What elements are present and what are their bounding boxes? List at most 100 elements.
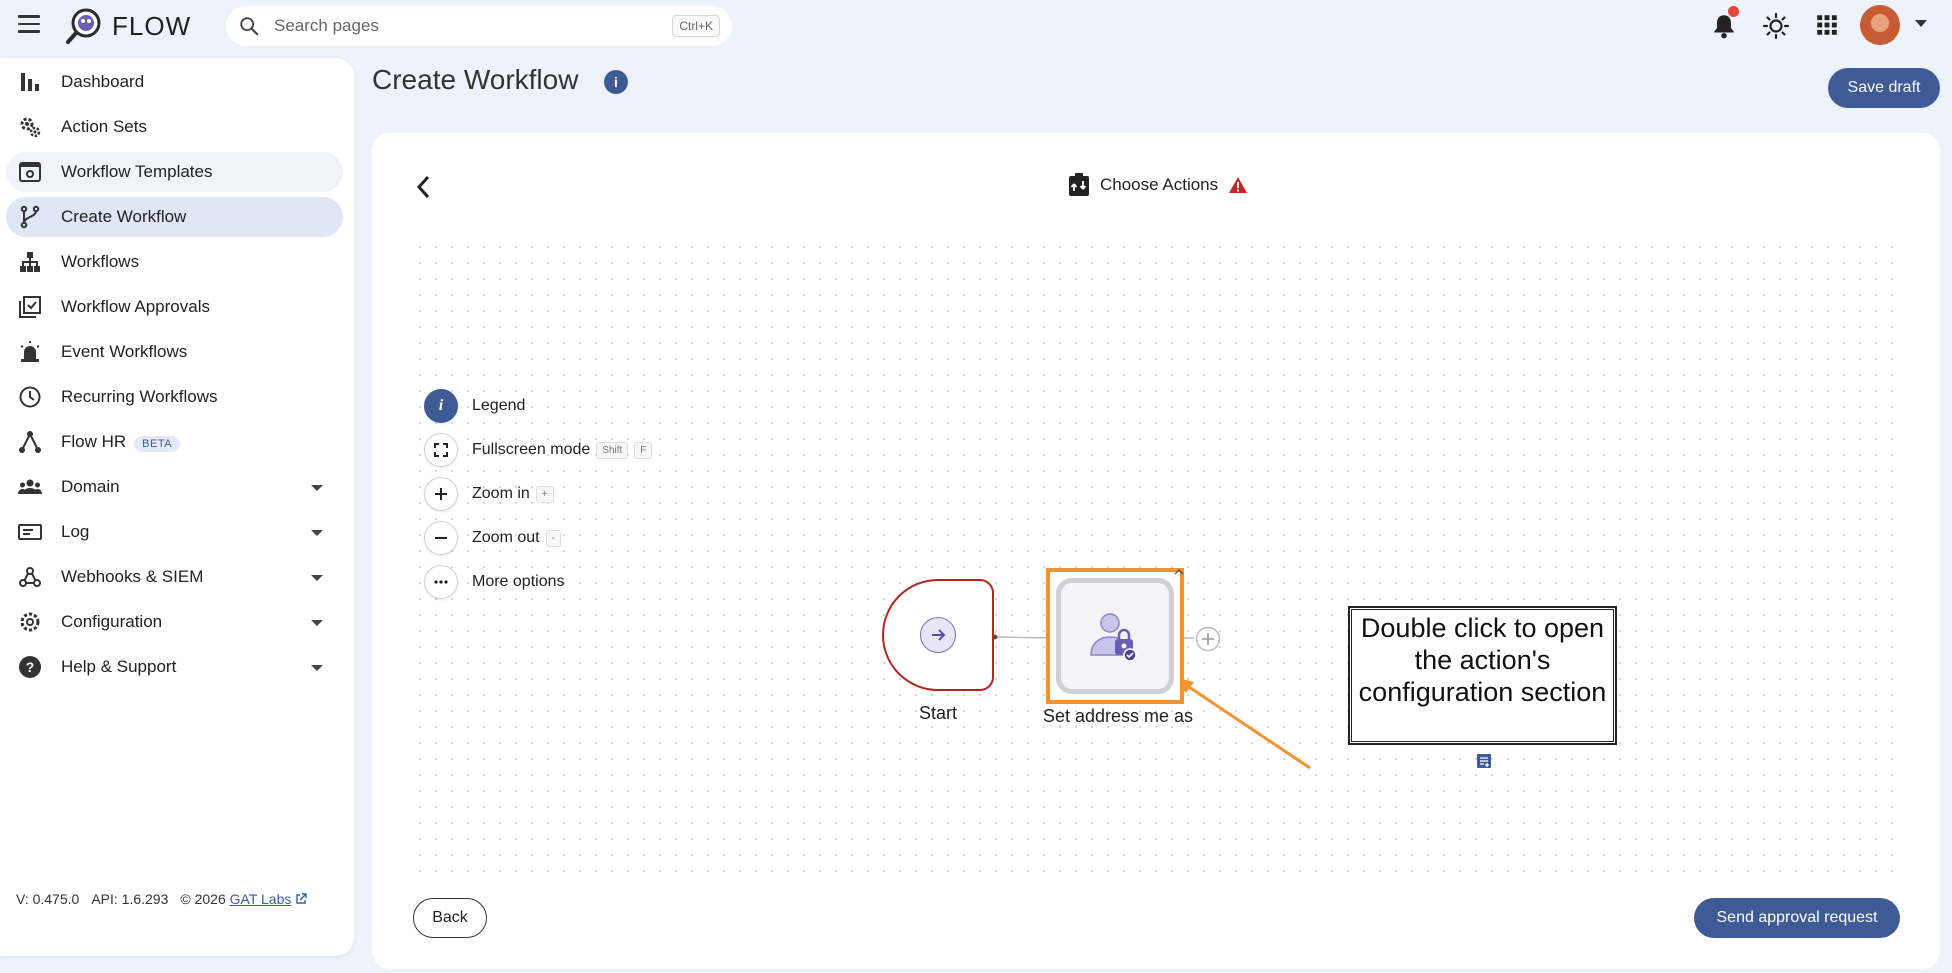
start-node[interactable] bbox=[882, 579, 994, 691]
account-dropdown-icon[interactable] bbox=[1915, 20, 1927, 27]
sidebar-item-create-workflow[interactable]: Create Workflow bbox=[6, 197, 343, 237]
app-name: FLOW bbox=[112, 10, 192, 41]
action-node-highlight bbox=[1046, 568, 1184, 704]
apps-button[interactable] bbox=[1814, 12, 1842, 40]
annotation-callout: Double click to open the action's config… bbox=[1348, 606, 1617, 745]
sidebar-item-label: Domain bbox=[61, 477, 120, 496]
sidebar-item-label: Workflow Templates bbox=[61, 162, 213, 181]
apps-grid-icon bbox=[1817, 15, 1837, 35]
company-link[interactable]: GAT Labs bbox=[230, 891, 292, 907]
step-title: Choose Actions bbox=[1100, 175, 1219, 194]
gear-icon bbox=[20, 612, 40, 632]
version-text: V: 0.475.0 bbox=[16, 891, 80, 907]
search-input[interactable]: Search pages bbox=[274, 16, 672, 36]
approval-check-icon bbox=[19, 296, 41, 318]
theme-toggle[interactable] bbox=[1762, 12, 1790, 40]
sidebar-item-event-workflows[interactable]: Event Workflows bbox=[6, 332, 343, 372]
user-lock-icon bbox=[1090, 613, 1137, 662]
sidebar-item-workflow-approvals[interactable]: Workflow Approvals bbox=[6, 287, 343, 327]
actions-list-icon bbox=[1069, 173, 1089, 196]
flow-logo-icon bbox=[66, 8, 101, 44]
sidebar-item-help-support[interactable]: ? Help & Support bbox=[6, 647, 343, 687]
note-add-icon[interactable] bbox=[1476, 753, 1492, 769]
workflow-canvas[interactable]: i Legend Fullscreen mode Shift F Zoom in… bbox=[412, 239, 1902, 879]
sidebar-item-label: Event Workflows bbox=[61, 342, 188, 361]
arrow-right-icon bbox=[920, 617, 956, 653]
page-title: Create Workflow bbox=[372, 64, 579, 95]
sidebar-item-dashboard[interactable]: Dashboard bbox=[6, 62, 343, 102]
save-draft-button[interactable]: Save draft bbox=[1828, 68, 1940, 108]
copyright-year: © 2026 bbox=[180, 891, 226, 907]
warning-icon bbox=[1229, 177, 1248, 193]
start-node-label: Start bbox=[918, 703, 957, 723]
branch-icon bbox=[20, 205, 40, 229]
api-version-text: API: 1.6.293 bbox=[91, 891, 169, 907]
sidebar-item-recurring-workflows[interactable]: Recurring Workflows bbox=[6, 377, 343, 417]
chevron-left-icon[interactable] bbox=[412, 173, 436, 201]
step-header: Choose Actions bbox=[1068, 173, 1248, 197]
template-icon bbox=[19, 162, 41, 182]
sidebar-item-domain[interactable]: Domain bbox=[6, 467, 343, 507]
search-shortcut: Ctrl+K bbox=[672, 15, 720, 37]
workflow-edges bbox=[992, 634, 1311, 770]
expand-caret-icon bbox=[311, 575, 323, 581]
app-logo[interactable]: FLOW bbox=[64, 6, 191, 46]
sidebar-item-configuration[interactable]: Configuration bbox=[6, 602, 343, 642]
hierarchy-icon bbox=[20, 252, 40, 272]
action-node-label: Set address me as bbox=[1042, 706, 1194, 726]
action-node-set-address[interactable] bbox=[1056, 578, 1174, 694]
beta-badge: BETA bbox=[134, 436, 181, 452]
sidebar-item-action-sets[interactable]: Action Sets bbox=[6, 107, 343, 147]
help-icon: ? bbox=[19, 656, 41, 678]
sidebar-item-label: Create Workflow bbox=[61, 207, 187, 226]
notification-dot bbox=[1728, 6, 1739, 17]
back-button[interactable]: Back bbox=[413, 898, 487, 938]
add-action-icon[interactable] bbox=[1195, 626, 1221, 652]
copyright-text: © 2026 GAT Labs bbox=[180, 891, 307, 907]
sidebar-item-workflow-templates[interactable]: Workflow Templates bbox=[6, 152, 343, 192]
top-bar: FLOW Search pages Ctrl+K bbox=[0, 0, 1952, 52]
sidebar-item-log[interactable]: Log bbox=[6, 512, 343, 552]
sidebar-item-webhooks-siem[interactable]: Webhooks & SIEM bbox=[6, 557, 343, 597]
version-footer: V: 0.475.0 API: 1.6.293 © 2026 GAT Labs bbox=[16, 891, 307, 907]
sidebar-item-label: Workflow Approvals bbox=[61, 297, 210, 316]
sidebar-item-label: Flow HR BETA bbox=[61, 432, 181, 452]
flow-hr-label: Flow HR bbox=[61, 432, 127, 451]
info-icon[interactable]: i bbox=[604, 70, 628, 94]
log-icon bbox=[18, 524, 42, 540]
expand-caret-icon bbox=[311, 665, 323, 671]
gears-icon bbox=[20, 117, 41, 138]
expand-caret-icon bbox=[311, 485, 323, 491]
svg-text:?: ? bbox=[26, 659, 35, 675]
search-icon bbox=[240, 17, 259, 36]
webhook-icon bbox=[19, 567, 41, 587]
sidebar-item-label: Recurring Workflows bbox=[61, 387, 218, 406]
sidebar-item-label: Log bbox=[61, 522, 90, 541]
sidebar-item-label: Configuration bbox=[61, 612, 163, 631]
workflow-card: Choose Actions i Legend Fullscreen mode … bbox=[372, 133, 1940, 969]
alarm-light-icon bbox=[20, 341, 40, 362]
external-link-icon bbox=[296, 893, 307, 904]
people-icon bbox=[18, 479, 42, 494]
sidebar-item-label: Action Sets bbox=[61, 117, 147, 136]
sidebar-item-flow-hr[interactable]: Flow HR BETA bbox=[6, 422, 343, 462]
sidebar: Dashboard Action Sets Workflow Templates… bbox=[0, 58, 354, 956]
send-approval-request-button[interactable]: Send approval request bbox=[1694, 898, 1900, 938]
menu-icon[interactable] bbox=[18, 15, 40, 35]
expand-caret-icon bbox=[311, 530, 323, 536]
sun-icon bbox=[1762, 12, 1790, 40]
sidebar-item-label: Webhooks & SIEM bbox=[61, 567, 204, 586]
edge-start-to-action bbox=[994, 636, 1054, 639]
clock-icon bbox=[19, 386, 41, 408]
sidebar-item-label: Dashboard bbox=[61, 72, 145, 91]
sidebar-item-label: Help & Support bbox=[61, 657, 177, 676]
user-avatar[interactable] bbox=[1860, 5, 1900, 45]
collapse-caret-icon[interactable] bbox=[1174, 568, 1184, 576]
sidebar-item-workflows[interactable]: Workflows bbox=[6, 242, 343, 282]
bar-chart-icon bbox=[21, 73, 39, 91]
network-icon bbox=[19, 431, 41, 453]
notifications-button[interactable] bbox=[1711, 6, 1739, 40]
sidebar-item-label: Workflows bbox=[61, 252, 140, 271]
search-bar[interactable]: Search pages Ctrl+K bbox=[226, 6, 732, 46]
expand-caret-icon bbox=[311, 620, 323, 626]
